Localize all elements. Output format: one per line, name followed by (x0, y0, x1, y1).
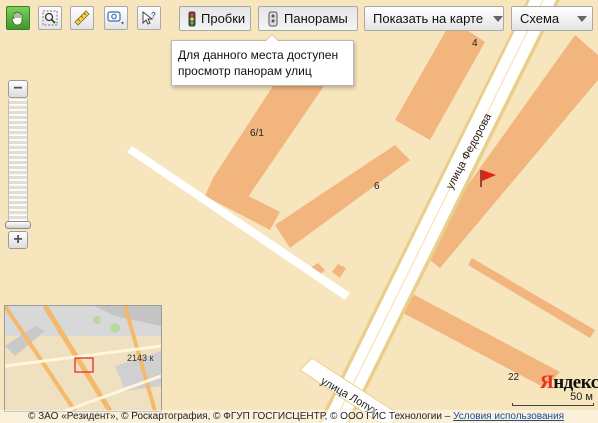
logo-first-letter: Я (540, 372, 554, 393)
chevron-down-icon (577, 15, 588, 22)
house-number: 4 (472, 38, 478, 49)
minus-icon: − (13, 80, 23, 97)
map-type-dropdown[interactable]: Схема (511, 6, 593, 31)
logo-rest: ндекс (553, 372, 598, 393)
house-number: 6/1 (250, 128, 264, 139)
zoom-in-button[interactable]: + (8, 231, 28, 249)
zoom-region-button[interactable] (38, 6, 62, 30)
show-on-map-label: Показать на карте (373, 11, 484, 26)
plus-icon: + (13, 231, 23, 248)
tooltip-line: Для данного места доступен (178, 48, 339, 62)
house-number: 6 (374, 181, 380, 192)
zoom-region-icon (42, 10, 58, 26)
map-type-label: Схема (520, 11, 560, 26)
ruler-icon (74, 10, 90, 26)
what-here-icon: ? (142, 11, 156, 25)
traffic-label: Пробки (201, 11, 246, 26)
panoramas-button[interactable]: Панорамы (258, 6, 358, 31)
hand-tool-button[interactable] (6, 6, 30, 30)
overview-minimap[interactable]: 2143 к (4, 305, 162, 412)
copyright-bar: © ЗАО «Резидент», © Роскартография, © ФГ… (0, 410, 598, 423)
minimap-canvas: 2143 к (5, 306, 161, 411)
panorama-camera-icon (267, 11, 279, 27)
chevron-down-icon (493, 15, 504, 22)
copyright-text: © ЗАО «Резидент», © Роскартография, © ФГ… (28, 411, 454, 422)
zoom-slider-thumb[interactable] (5, 221, 31, 229)
traffic-button[interactable]: Пробки (179, 6, 251, 31)
svg-text:?: ? (151, 11, 156, 20)
terms-link[interactable]: Условия использования (453, 411, 564, 422)
scale-label: 50 м (570, 391, 593, 403)
zoom-slider-track[interactable] (8, 99, 28, 229)
hand-tool-icon (11, 11, 23, 26)
panorama-tooltip: Для данного места доступен просмотр пано… (171, 34, 354, 86)
show-on-map-dropdown[interactable]: Показать на карте (364, 6, 504, 31)
traffic-light-icon (188, 11, 196, 27)
tooltip-line: просмотр панорам улиц (178, 64, 312, 78)
panoramas-label: Панорамы (284, 11, 348, 26)
scale-bar (512, 403, 594, 406)
what-here-button[interactable]: ? (137, 6, 161, 30)
house-number: 22 (508, 372, 520, 383)
balloon-search-icon (107, 11, 124, 25)
balloon-search-button[interactable] (104, 6, 128, 30)
ruler-button[interactable] (70, 6, 94, 30)
minimap-label: 2143 к (127, 353, 154, 363)
zoom-out-button[interactable]: − (8, 80, 28, 98)
